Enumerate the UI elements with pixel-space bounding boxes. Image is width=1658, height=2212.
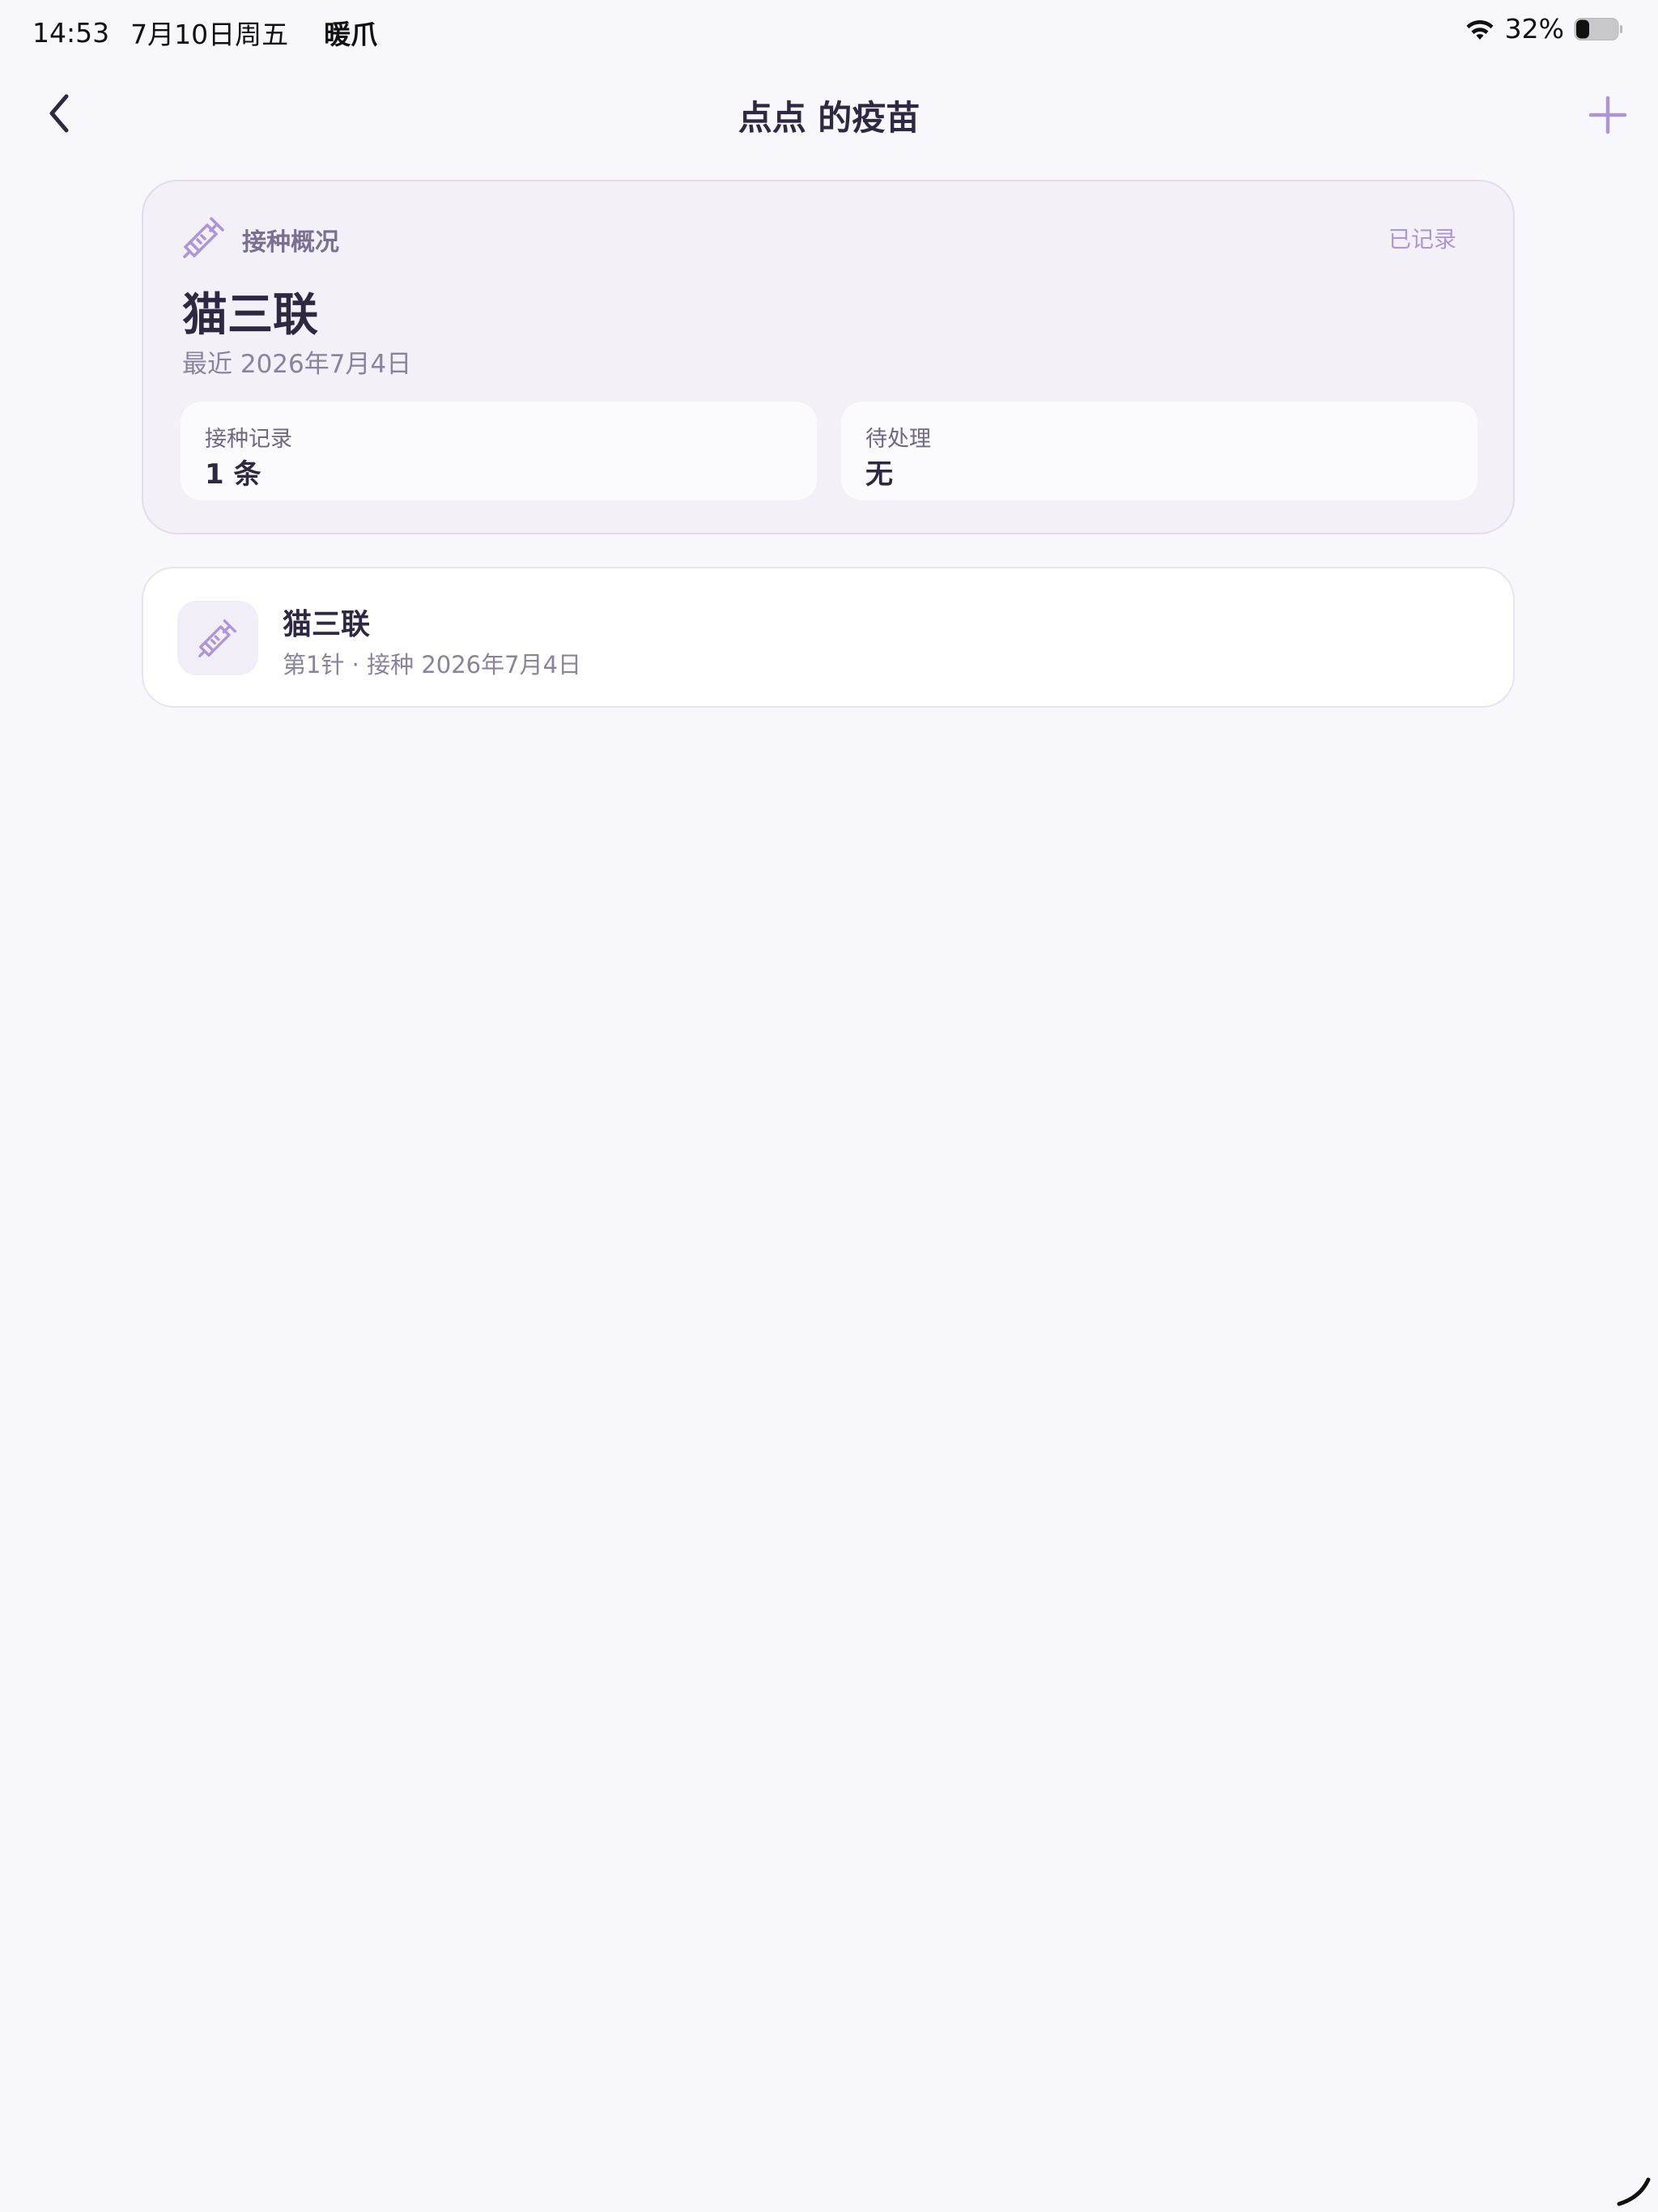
stat-value: 1 条 bbox=[205, 458, 261, 491]
vaccination-summary-card: 接种概况 已记录 猫三联 最近 2026年7月4日 接种记录 1 条 待处理 无 bbox=[142, 180, 1515, 534]
status-badge[interactable]: 已记录 bbox=[1388, 222, 1456, 254]
home-indicator bbox=[1617, 2177, 1651, 2206]
wifi-icon bbox=[1466, 19, 1494, 40]
record-detail: 第1针 · 接种 2026年7月4日 bbox=[283, 651, 582, 678]
stat-value: 无 bbox=[865, 458, 893, 491]
status-time: 14:53 bbox=[32, 16, 110, 49]
record-icon-tile bbox=[177, 601, 258, 675]
stat-label: 接种记录 bbox=[205, 427, 292, 452]
vaccine-record-item[interactable]: 猫三联 第1针 · 接种 2026年7月4日 bbox=[142, 567, 1515, 708]
battery-icon bbox=[1574, 17, 1624, 41]
syringe-icon bbox=[183, 217, 224, 258]
battery-percent: 32% bbox=[1504, 13, 1564, 45]
syringe-icon bbox=[198, 619, 236, 657]
status-date: 7月10日周五 bbox=[130, 19, 289, 50]
plus-icon bbox=[1588, 96, 1627, 134]
summary-label: 接种概况 bbox=[242, 228, 339, 257]
page-title: 点点 的疫苗 bbox=[738, 98, 920, 138]
vaccine-name: 猫三联 bbox=[182, 289, 318, 342]
status-app-name: 暖爪 bbox=[324, 19, 378, 50]
stat-vaccination-records: 接种记录 1 条 bbox=[181, 402, 817, 500]
status-bar: 14:53 7月10日周五 暖爪 32% bbox=[0, 0, 1658, 58]
record-name: 猫三联 bbox=[283, 608, 371, 641]
stat-label: 待处理 bbox=[865, 427, 931, 452]
stat-pending: 待处理 无 bbox=[841, 402, 1477, 500]
add-vaccine-button[interactable] bbox=[1582, 89, 1634, 141]
recent-date: 最近 2026年7月4日 bbox=[182, 350, 412, 379]
navigation-bar: 点点 的疫苗 bbox=[0, 78, 1658, 149]
